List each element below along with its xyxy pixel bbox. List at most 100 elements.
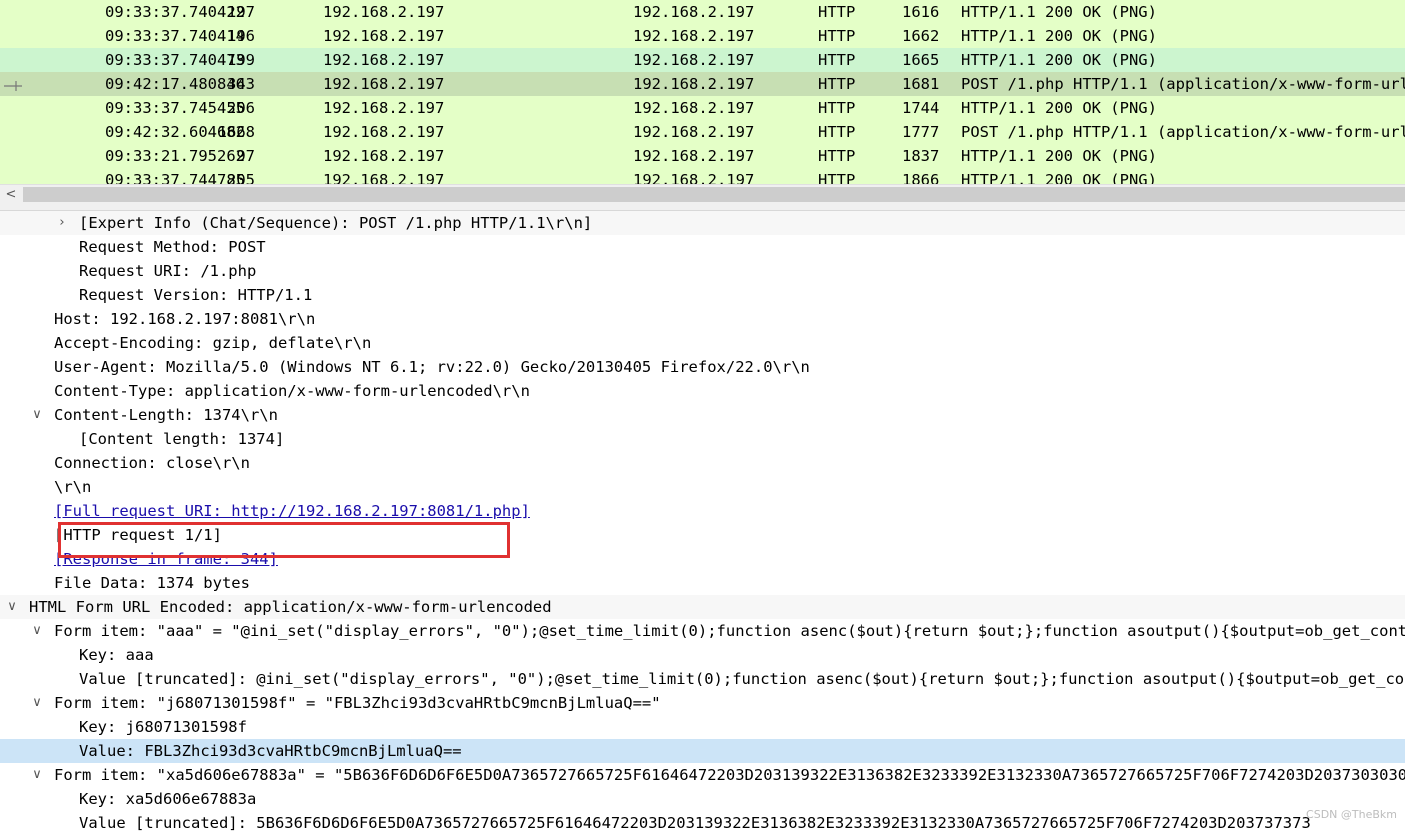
- packet-cell-protocol: HTTP: [818, 171, 856, 184]
- tree-item[interactable]: \r\n: [0, 475, 1405, 499]
- tree-item[interactable]: File Data: 1374 bytes: [0, 571, 1405, 595]
- packet-cell-time: 09:42:32.604682: [105, 123, 245, 141]
- tree-item[interactable]: ∨ Form item: "aaa" = "@ini_set("display_e…: [0, 619, 1405, 643]
- tree-item-label: Content-Type: application/x-www-form-url…: [54, 382, 530, 400]
- tree-item-label: Form item: "xa5d606e67883a" = "5B636F6D6…: [54, 766, 1405, 784]
- packet-cell-time: 09:42:17.480846: [105, 75, 245, 93]
- tree-item-label: Key: j68071301598f: [79, 718, 247, 736]
- packet-cell-time: 09:33:37.740414: [105, 27, 245, 45]
- tree-item-link[interactable]: [Full request URI: http://192.168.2.197:…: [54, 499, 530, 523]
- packet-cell-info: HTTP/1.1 200 OK (PNG): [961, 147, 1157, 165]
- packet-cell-source: 192.168.2.197: [323, 99, 445, 117]
- pane-splitter[interactable]: [0, 204, 1405, 211]
- tree-item-label: HTML Form URL Encoded: application/x-www…: [29, 598, 552, 616]
- tree-item[interactable]: Request Version: HTTP/1.1: [0, 283, 1405, 307]
- packet-row[interactable]: 97 09:33:21.795262 192.168.2.197 192.168.2.…: [0, 144, 1405, 168]
- packet-cell-length: 1744: [902, 99, 940, 117]
- chevron-down-icon[interactable]: ∨: [30, 763, 44, 787]
- packet-cell-protocol: HTTP: [818, 147, 856, 165]
- tree-item[interactable]: Value [truncated]: @ini_set("display_err…: [0, 667, 1405, 691]
- tree-item[interactable]: Value [truncated]: 5B636F6D6D6F6E5D0A736…: [0, 811, 1405, 831]
- scrollbar-thumb[interactable]: [23, 187, 1405, 202]
- packet-cell-source: 192.168.2.197: [323, 3, 445, 21]
- packet-cell-destination: 192.168.2.197: [633, 51, 755, 69]
- packet-cell-time: 09:33:37.745455: [105, 99, 245, 117]
- packet-cell-time: 09:33:21.795262: [105, 147, 245, 165]
- scroll-left-icon[interactable]: <: [0, 185, 22, 204]
- packet-row[interactable]: 196 09:33:37.740414 192.168.2.197 192.168.2…: [0, 24, 1405, 48]
- tree-item[interactable]: ∨ Form item: "j68071301598f" = "FBL3Zhci9…: [0, 691, 1405, 715]
- packet-row[interactable]: 205 09:33:37.744785 192.168.2.197 192.168.2…: [0, 168, 1405, 184]
- packet-cell-source: 192.168.2.197: [323, 75, 445, 93]
- tree-item[interactable]: Key: xa5d606e67883a: [0, 787, 1405, 811]
- tree-item-label: Accept-Encoding: gzip, deflate\r\n: [54, 334, 372, 352]
- packet-cell-time: 09:33:37.740473: [105, 51, 245, 69]
- packet-cell-destination: 192.168.2.197: [633, 27, 755, 45]
- packet-cell-source: 192.168.2.197: [323, 147, 445, 165]
- request-arrow-icon: [4, 81, 22, 91]
- packet-cell-info: HTTP/1.1 200 OK (PNG): [961, 27, 1157, 45]
- tree-item[interactable]: Accept-Encoding: gzip, deflate\r\n: [0, 331, 1405, 355]
- tree-item[interactable]: Connection: close\r\n: [0, 451, 1405, 475]
- packet-cell-info: POST /1.php HTTP/1.1 (application/x-www-…: [961, 75, 1405, 93]
- packet-cell-info: HTTP/1.1 200 OK (PNG): [961, 51, 1157, 69]
- tree-item-label: Value: FBL3Zhci93d3cvaHRtbC9mcnBjLmluaQ=…: [79, 742, 462, 760]
- tree-item-label: Request URI: /1.php: [79, 262, 257, 280]
- tree-item[interactable]: User-Agent: Mozilla/5.0 (Windows NT 6.1;…: [0, 355, 1405, 379]
- tree-item-label: [Expert Info (Chat/Sequence): POST /1.ph…: [79, 214, 593, 232]
- packet-row[interactable]: 343 09:42:17.480846 192.168.2.197 192.168.2…: [0, 72, 1405, 96]
- packet-cell-time: 09:33:37.740422: [105, 3, 245, 21]
- packet-row[interactable]: 197 09:33:37.740422 192.168.2.197 192.168.2…: [0, 0, 1405, 24]
- packet-cell-protocol: HTTP: [818, 99, 856, 117]
- chevron-down-icon[interactable]: ∨: [30, 619, 44, 643]
- tree-item[interactable]: › [Expert Info (Chat/Sequence): POST /1.p…: [0, 211, 1405, 235]
- tree-item-label: [Content length: 1374]: [79, 430, 285, 448]
- packet-details-tree[interactable]: › [Expert Info (Chat/Sequence): POST /1.p…: [0, 211, 1405, 831]
- tree-item[interactable]: Request Method: POST: [0, 235, 1405, 259]
- packet-cell-length: 1665: [902, 51, 940, 69]
- chevron-down-icon[interactable]: ∨: [5, 595, 19, 619]
- annotation-highlight-box: [58, 522, 510, 558]
- tree-item[interactable]: ∨ Form item: "xa5d606e67883a" = "5B636F6D…: [0, 763, 1405, 787]
- chevron-right-icon[interactable]: ›: [55, 211, 69, 235]
- tree-item[interactable]: Value: FBL3Zhci93d3cvaHRtbC9mcnBjLmluaQ=…: [0, 739, 1405, 763]
- tree-item-label: Request Version: HTTP/1.1: [79, 286, 313, 304]
- tree-item[interactable]: Key: j68071301598f: [0, 715, 1405, 739]
- tree-item-label: Value [truncated]: 5B636F6D6D6F6E5D0A736…: [79, 814, 1311, 831]
- watermark: CSDN @TheBkm: [1306, 808, 1397, 821]
- packet-row[interactable]: 1668 09:42:32.604682 192.168.2.197 192.168.…: [0, 120, 1405, 144]
- packet-cell-length: 1662: [902, 27, 940, 45]
- packet-row[interactable]: 206 09:33:37.745455 192.168.2.197 192.168.2…: [0, 96, 1405, 120]
- packet-cell-length: 1866: [902, 171, 940, 184]
- packet-cell-destination: 192.168.2.197: [633, 99, 755, 117]
- packet-cell-source: 192.168.2.197: [323, 51, 445, 69]
- tree-item-label: Connection: close\r\n: [54, 454, 250, 472]
- packet-list[interactable]: 197 09:33:37.740422 192.168.2.197 192.168.2…: [0, 0, 1405, 184]
- tree-item-label: Form item: "j68071301598f" = "FBL3Zhci93…: [54, 694, 661, 712]
- tree-item[interactable]: [Content length: 1374]: [0, 427, 1405, 451]
- tree-item[interactable]: Key: aaa: [0, 643, 1405, 667]
- tree-item[interactable]: Request URI: /1.php: [0, 259, 1405, 283]
- tree-item-label: Value [truncated]: @ini_set("display_err…: [79, 670, 1405, 688]
- tree-item[interactable]: ∨ HTML Form URL Encoded: application/x-ww…: [0, 595, 1405, 619]
- tree-item-label: User-Agent: Mozilla/5.0 (Windows NT 6.1;…: [54, 358, 810, 376]
- packet-cell-destination: 192.168.2.197: [633, 3, 755, 21]
- tree-item-label: Key: xa5d606e67883a: [79, 790, 257, 808]
- tree-item[interactable]: [Full request URI: http://192.168.2.197:…: [0, 499, 1405, 523]
- packet-row[interactable]: 199 09:33:37.740473 192.168.2.197 192.168.2…: [0, 48, 1405, 72]
- packet-cell-destination: 192.168.2.197: [633, 147, 755, 165]
- packet-cell-protocol: HTTP: [818, 75, 856, 93]
- chevron-down-icon[interactable]: ∨: [30, 403, 44, 427]
- chevron-down-icon[interactable]: ∨: [30, 691, 44, 715]
- tree-item[interactable]: Host: 192.168.2.197:8081\r\n: [0, 307, 1405, 331]
- tree-item-label: Form item: "aaa" = "@ini_set("display_er…: [54, 622, 1405, 640]
- packet-cell-protocol: HTTP: [818, 123, 856, 141]
- tree-item[interactable]: Content-Type: application/x-www-form-url…: [0, 379, 1405, 403]
- tree-item[interactable]: ∨ Content-Length: 1374\r\n: [0, 403, 1405, 427]
- packet-list-hscrollbar[interactable]: <: [0, 184, 1405, 204]
- packet-cell-source: 192.168.2.197: [323, 123, 445, 141]
- packet-cell-time: 09:33:37.744785: [105, 171, 245, 184]
- packet-cell-protocol: HTTP: [818, 27, 856, 45]
- packet-cell-protocol: HTTP: [818, 3, 856, 21]
- tree-item-label: \r\n: [54, 478, 92, 496]
